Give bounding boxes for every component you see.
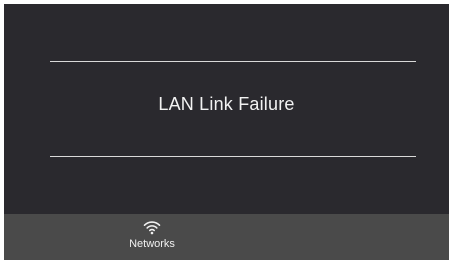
nav-item-networks[interactable]: Networks bbox=[116, 214, 188, 260]
bottom-divider bbox=[50, 156, 416, 157]
wifi-icon bbox=[143, 221, 161, 235]
top-divider bbox=[50, 61, 416, 62]
device-screen: LAN Link Failure Networks bbox=[4, 4, 449, 260]
status-message: LAN Link Failure bbox=[158, 94, 295, 114]
nav-item-label: Networks bbox=[129, 238, 175, 250]
bottom-nav-bar: Networks bbox=[4, 214, 449, 260]
